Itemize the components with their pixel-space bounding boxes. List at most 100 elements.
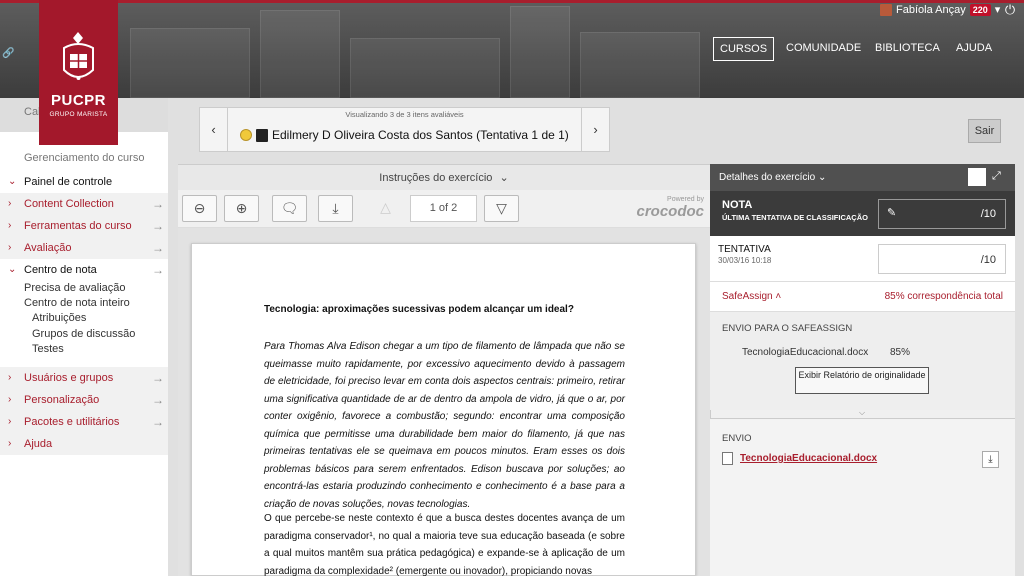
grade-input[interactable]: ✎ /10 [878,199,1006,229]
nav-comunidade[interactable]: COMUNIDADE [780,37,867,61]
student-selector[interactable]: Edilmery D Oliveira Costa dos Santos (Te… [240,128,569,142]
sidebar-sub-centro-inteiro[interactable]: Centro de nota inteiro [24,296,130,311]
logo-subtitle: GRUPO MARISTA [49,111,108,118]
header-bg-building [580,32,700,98]
file-icon [722,452,733,465]
safeassign-match: 85% correspondência total [884,291,1003,302]
sidebar-item-avaliacao[interactable]: › Avaliação → [0,237,168,259]
attempt-grade-value: /10 [980,254,996,266]
nav-ajuda[interactable]: AJUDA [950,37,998,61]
sidebar-item-painel[interactable]: ⌄ Painel de controle [0,171,168,193]
nav-cursos[interactable]: CURSOS [713,37,775,61]
brand-name: crocodoc [636,203,704,220]
page-up-icon[interactable]: △ [368,195,403,222]
safeassign-percent: 85% [890,347,911,358]
user-menu[interactable]: Fabíola Ançay 220 ▾ [880,2,1000,18]
originality-report-button[interactable]: Exibir Relatório de originalidade [795,367,929,394]
document-paragraph: O que percebe-se neste contexto é que a … [264,513,625,576]
page-indicator[interactable]: 1 of 2 [410,195,477,222]
document-title: Tecnologia: aproximações sucessivas pode… [264,304,574,315]
chevron-up-icon: ˄ [775,291,782,302]
arrow-right-icon: → [152,415,164,429]
chevron-right-icon: › [8,242,12,253]
chevron-down-icon[interactable]: ▾ [995,2,1001,18]
chevron-right-icon: › [8,372,12,383]
arrow-right-icon: → [152,197,164,211]
submission-file-link[interactable]: TecnologiaEducacional.docx [740,453,877,464]
safeassign-file: TecnologiaEducacional.docx [742,347,869,358]
link-icon[interactable]: 🔗 [2,48,14,60]
sidebar-item-label: Ferramentas do curso [24,220,132,232]
add-comment-icon[interactable]: 🗨 [272,195,307,222]
submission-section: ENVIO TecnologiaEducacional.docx ⤓ [710,418,1015,576]
document-paragraph: Para Thomas Alva Edison chegar a um tipo… [264,341,625,510]
sidebar-item-ferramentas[interactable]: › Ferramentas do curso → [0,215,168,237]
sidebar-item-label: Content Collection [24,198,114,210]
safeassign-toggle[interactable]: SafeAssign ˄ [722,291,781,302]
sidebar-item-personalizacao[interactable]: › Personalização → [0,389,168,411]
instructions-label: Instruções do exercício [379,172,493,184]
crocodoc-logo: Powered by crocodoc [618,196,706,222]
sidebar-item-label: Ajuda [24,438,53,450]
grade-subtitle: ÚLTIMA TENTATIVA DE CLASSIFICAÇÃO [722,213,868,222]
expand-icon[interactable]: ⤢ [992,170,1006,184]
chevron-right-icon: › [8,416,12,427]
attempt-date: 30/03/16 10:18 [718,256,772,265]
power-icon[interactable]: ⏻ [1002,2,1018,18]
sidebar-item-ajuda[interactable]: › Ajuda [0,433,168,455]
download-icon[interactable]: ⤓ [982,451,999,468]
details-header-label: Detalhes do exercício [719,172,816,183]
grade-value: /10 [980,208,996,220]
header-bg-building [510,6,570,98]
arrow-right-icon: → [152,219,164,233]
nav-biblioteca[interactable]: BIBLIOTECA [869,37,946,61]
notification-badge[interactable]: 220 [969,4,991,16]
instructions-toggle[interactable]: Instruções do exercício ⌄ [178,164,710,190]
sidebar-item-usuarios[interactable]: › Usuários e grupos → [0,367,168,389]
sidebar-sub-testes[interactable]: Testes [32,342,64,357]
page-down-icon[interactable]: ▽ [484,195,519,222]
header-bg-building [260,10,340,98]
attempt-title: TENTATIVA [718,244,771,255]
attempt-section: TENTATIVA 30/03/16 10:18 /10 [710,236,1015,282]
grade-title: NOTA [722,199,753,211]
safeassign-section: ENVIO PARA O SAFEASSIGN TecnologiaEducac… [710,312,1015,410]
sidebar-item-content-collection[interactable]: › Content Collection → [0,193,168,215]
safeassign-row[interactable]: SafeAssign ˄ 85% correspondência total [710,282,1015,312]
sidebar-sub-atribuicoes[interactable]: Atribuições [32,311,86,326]
zoom-out-icon[interactable]: ⊖ [182,195,217,222]
status-icon [240,129,252,141]
panel-toggle-button[interactable] [968,168,986,186]
attempt-grade-input[interactable]: /10 [878,244,1006,274]
exit-button[interactable]: Sair [968,119,1001,143]
sidebar-item-label: Usuários e grupos [24,372,114,384]
chevron-right-icon[interactable]: › [581,108,609,151]
chevron-right-icon: › [8,220,12,231]
powered-by: Powered by [667,196,704,203]
header-bg-building [130,28,250,98]
sidebar-item-centro-nota[interactable]: ⌄ Centro de nota → [0,259,168,281]
arrow-right-icon: → [152,393,164,407]
logo-name: PUCPR [50,92,106,109]
zoom-in-icon[interactable]: ⊕ [224,195,259,222]
chevron-right-icon: › [8,438,12,449]
chevron-down-icon: ⌄ [817,172,827,183]
student-name: Edilmery D Oliveira Costa dos Santos (Te… [272,128,569,142]
sidebar-sub-grupos[interactable]: Grupos de discussão [32,327,135,342]
download-icon[interactable]: ⤓ [318,195,353,222]
sidebar-item-label: Painel de controle [24,176,113,188]
document-page: Tecnologia: aproximações sucessivas pode… [191,243,696,576]
chevron-down-icon[interactable]: ⌵ [855,408,869,418]
sidebar-item-label: Pacotes e utilitários [24,416,120,428]
pencil-icon[interactable]: ✎ [887,206,896,219]
logo[interactable]: PUCPR GRUPO MARISTA [39,0,118,145]
chevron-left-icon[interactable]: ‹ [200,108,228,151]
viewing-status: Visualizando 3 de 3 itens avaliáveis [345,110,464,119]
student-navigator: ‹ Visualizando 3 de 3 itens avaliáveis E… [199,107,610,152]
arrow-right-icon: → [152,263,164,277]
sidebar-sub-precisa[interactable]: Precisa de avaliação [24,281,126,296]
chevron-down-icon: ⌄ [499,172,509,184]
sidebar-item-pacotes[interactable]: › Pacotes e utilitários → [0,411,168,433]
safeassign-label: SafeAssign [722,291,773,302]
grade-section: NOTA ÚLTIMA TENTATIVA DE CLASSIFICAÇÃO ✎… [710,191,1015,236]
